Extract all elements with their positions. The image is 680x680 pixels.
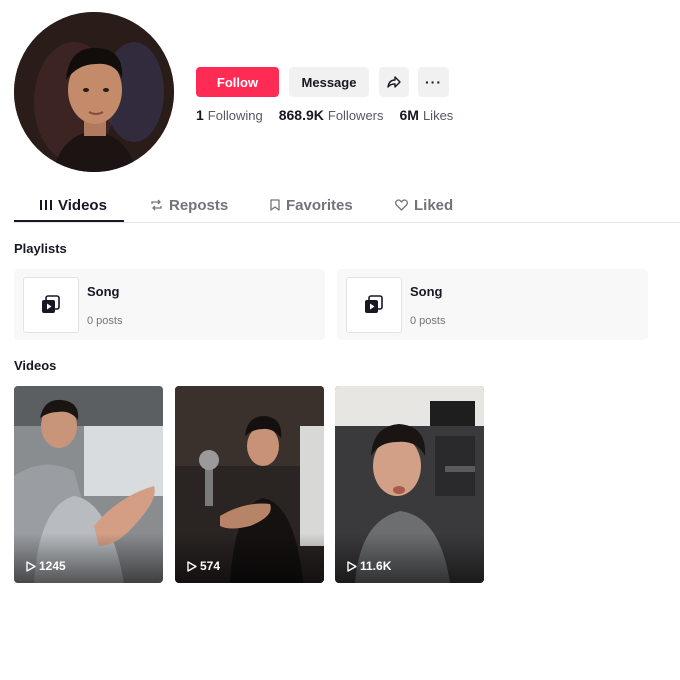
profile-stats: 1 Following 868.9K Followers 6M Likes: [196, 107, 469, 123]
more-options-button[interactable]: ···: [418, 67, 449, 97]
playlist-title: Song: [410, 284, 443, 299]
following-stat[interactable]: 1 Following: [196, 107, 263, 123]
playlist-card[interactable]: Song 0 posts: [14, 269, 325, 340]
play-icon: [187, 560, 197, 572]
tab-liked[interactable]: Liked: [395, 188, 453, 222]
view-count-value: 1245: [39, 559, 66, 573]
tab-favorites-label: Favorites: [286, 196, 353, 214]
view-count-value: 11.6K: [360, 559, 392, 573]
video-gradient-overlay: [14, 533, 163, 583]
active-tab-indicator: [14, 220, 124, 222]
playlists-heading: Playlists: [14, 241, 67, 256]
playlist-icon: [41, 295, 61, 315]
followers-stat[interactable]: 868.9K Followers: [279, 107, 384, 123]
playlist-thumbnail: [346, 277, 402, 333]
message-button[interactable]: Message: [289, 67, 369, 97]
profile-avatar[interactable]: [14, 12, 174, 172]
video-gradient-overlay: [335, 533, 484, 583]
playlist-thumbnail: [23, 277, 79, 333]
view-count: 1245: [26, 559, 66, 573]
likes-stat: 6M Likes: [400, 107, 454, 123]
likes-count: 6M: [399, 107, 419, 123]
following-count: 1: [196, 107, 204, 123]
follow-button[interactable]: Follow: [196, 67, 279, 97]
share-button[interactable]: [379, 67, 409, 97]
video-thumbnail[interactable]: 1245: [14, 386, 163, 583]
playlist-post-count: 0 posts: [87, 315, 123, 327]
video-thumbnail[interactable]: 574: [175, 386, 324, 583]
avatar-portrait: [14, 12, 174, 172]
videos-heading: Videos: [14, 358, 57, 373]
playlist-icon: [364, 295, 384, 315]
repost-icon: [150, 199, 163, 211]
grid-icon: [40, 200, 52, 210]
playlist-card[interactable]: Song 0 posts: [337, 269, 648, 340]
share-arrow-icon: [386, 74, 402, 90]
profile-tabs: Videos Reposts Favorites Liked: [14, 188, 680, 223]
view-count: 574: [187, 559, 220, 573]
bookmark-icon: [270, 199, 280, 211]
followers-count: 868.9K: [278, 107, 324, 123]
video-gradient-overlay: [175, 533, 324, 583]
playlist-title: Song: [87, 284, 120, 299]
following-label: Following: [207, 108, 263, 123]
tab-liked-label: Liked: [414, 196, 454, 214]
video-thumbnail[interactable]: 11.6K: [335, 386, 484, 583]
view-count: 11.6K: [347, 559, 391, 573]
view-count-value: 574: [200, 559, 221, 573]
play-icon: [347, 560, 357, 572]
followers-label: Followers: [327, 108, 384, 123]
heart-icon: [395, 199, 408, 211]
play-icon: [26, 560, 36, 572]
tab-favorites[interactable]: Favorites: [270, 188, 353, 222]
playlist-post-count: 0 posts: [410, 315, 446, 327]
likes-label: Likes: [422, 108, 454, 123]
tab-reposts[interactable]: Reposts: [150, 188, 228, 222]
tab-videos-label: Videos: [58, 196, 107, 214]
tab-reposts-label: Reposts: [169, 196, 229, 214]
tab-videos[interactable]: Videos: [40, 188, 107, 222]
